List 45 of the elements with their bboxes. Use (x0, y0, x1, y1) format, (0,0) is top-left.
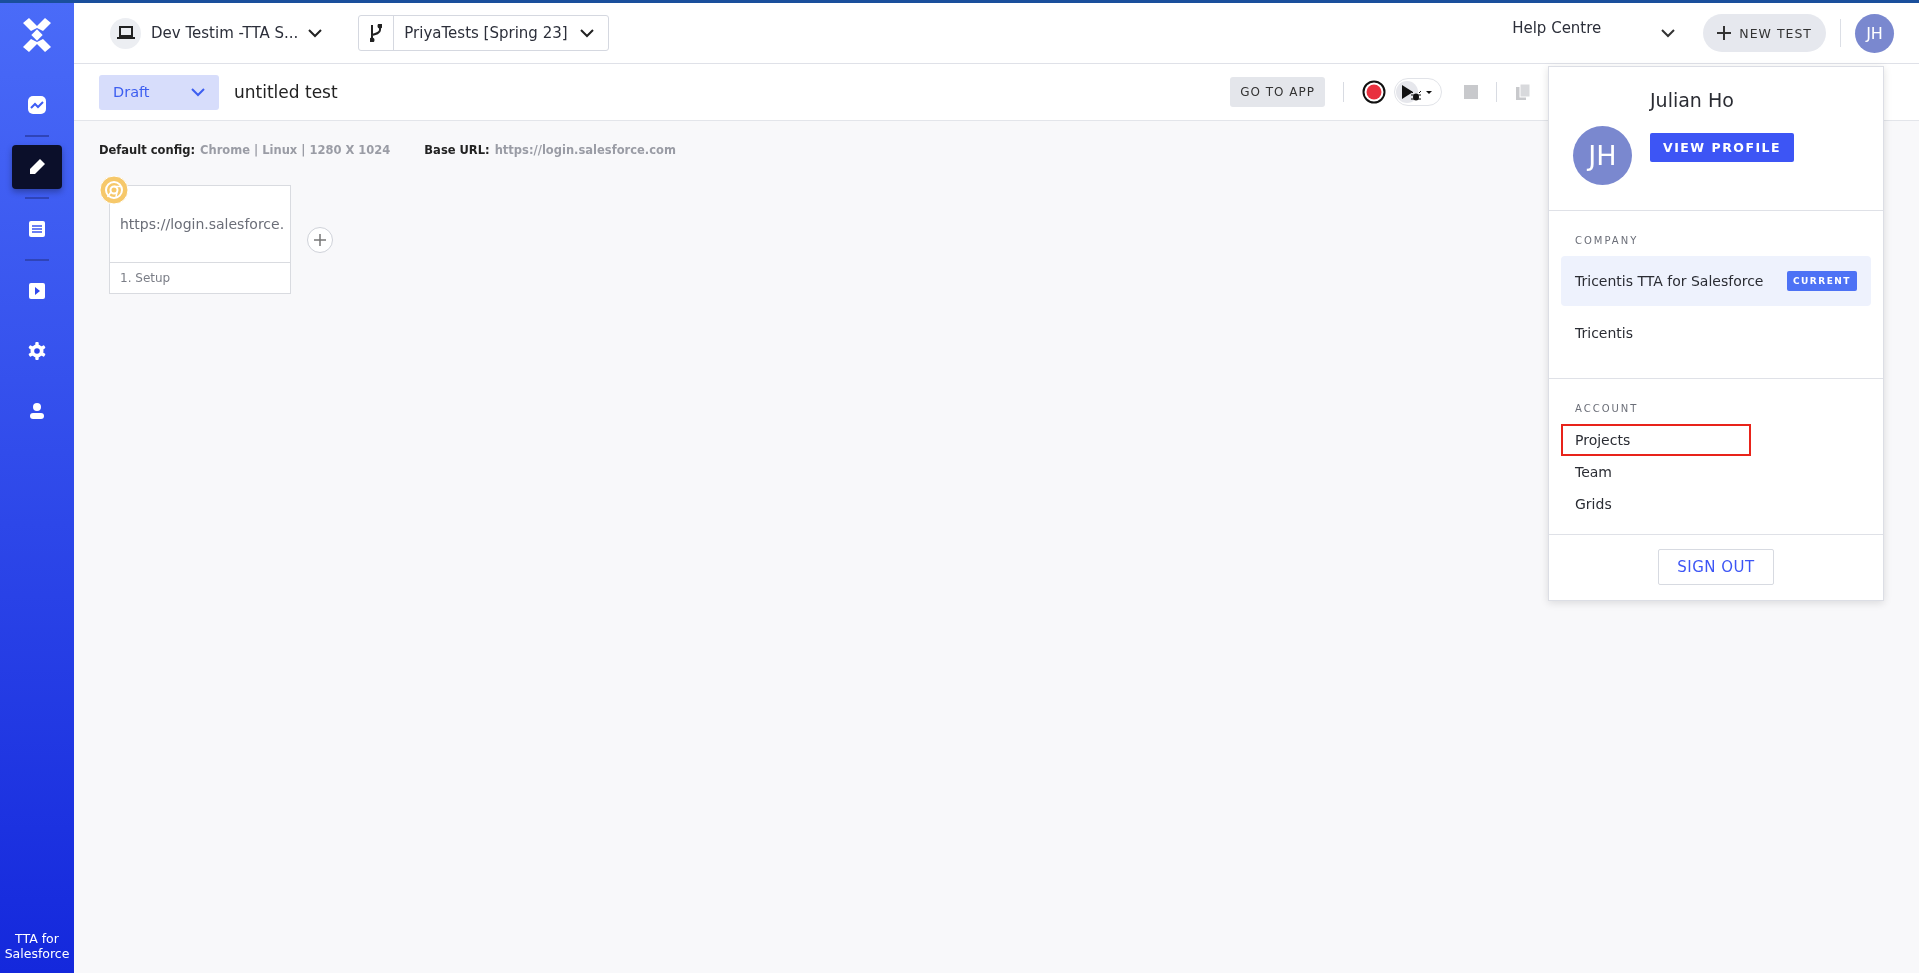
base-url-value: https://login.salesforce.com (494, 143, 676, 157)
view-profile-button[interactable]: VIEW PROFILE (1650, 133, 1795, 162)
branch-icon (370, 24, 383, 42)
company-name: Tricentis (1575, 325, 1633, 341)
step-label: 1. Setup (119, 270, 172, 287)
chevron-down-icon (191, 87, 205, 97)
document-icon[interactable] (28, 220, 46, 238)
plus-icon (1717, 26, 1732, 40)
chevron-down-icon (579, 28, 594, 38)
laptop-icon (116, 26, 135, 40)
section-heading: ACCOUNT (1574, 403, 1640, 416)
profile-avatar: JH (1573, 126, 1632, 185)
test-name[interactable]: untitled test (234, 82, 338, 102)
company-name: Tricentis TTA for Salesforce (1575, 273, 1764, 289)
workspace-label: TTA for Salesforce (3, 931, 71, 963)
user-icon[interactable] (28, 402, 46, 420)
sidebar-item[interactable] (12, 145, 62, 189)
add-step-button[interactable] (307, 226, 333, 253)
company-item[interactable]: Tricentis (1561, 308, 1871, 358)
config-value: Chrome | Linux | 1280 X 1024 (200, 143, 391, 157)
step-card[interactable]: https://login.salesforce. 1. Setup (109, 185, 291, 294)
pencil-icon[interactable] (27, 157, 47, 177)
user-name: Julian Ho (1650, 89, 1735, 111)
account-menu-item[interactable]: Grids (1561, 488, 1751, 520)
chart-icon[interactable] (27, 95, 47, 115)
base-url-label: Base URL: (424, 143, 490, 157)
new-test-button[interactable]: NEW TEST (1703, 14, 1826, 52)
play-debug-icon[interactable] (1395, 80, 1423, 104)
current-badge: CURRENT (1786, 271, 1857, 291)
go-to-app-button[interactable]: GO TO APP (1230, 77, 1325, 107)
company-item[interactable]: Tricentis TTA for Salesforce CURRENT (1561, 256, 1871, 306)
project-dropdown[interactable]: Dev Testim -TTA S... (110, 17, 323, 49)
chevron-down-icon (1661, 28, 1676, 38)
settings-icon[interactable] (27, 341, 47, 361)
browser-icon (99, 175, 129, 205)
account-menu-item[interactable]: Team (1561, 456, 1751, 488)
section-heading: COMPANY (1574, 235, 1640, 248)
chevron-down-icon (308, 28, 323, 38)
config-label: Default config: (99, 143, 195, 157)
sign-out-button[interactable]: SIGN OUT (1658, 549, 1774, 585)
plus-icon (314, 233, 326, 246)
record-icon[interactable] (1362, 80, 1386, 104)
account-menu-item[interactable]: Projects (1561, 424, 1751, 456)
play-icon[interactable] (28, 282, 46, 300)
status-dropdown[interactable]: Draft (99, 74, 219, 110)
